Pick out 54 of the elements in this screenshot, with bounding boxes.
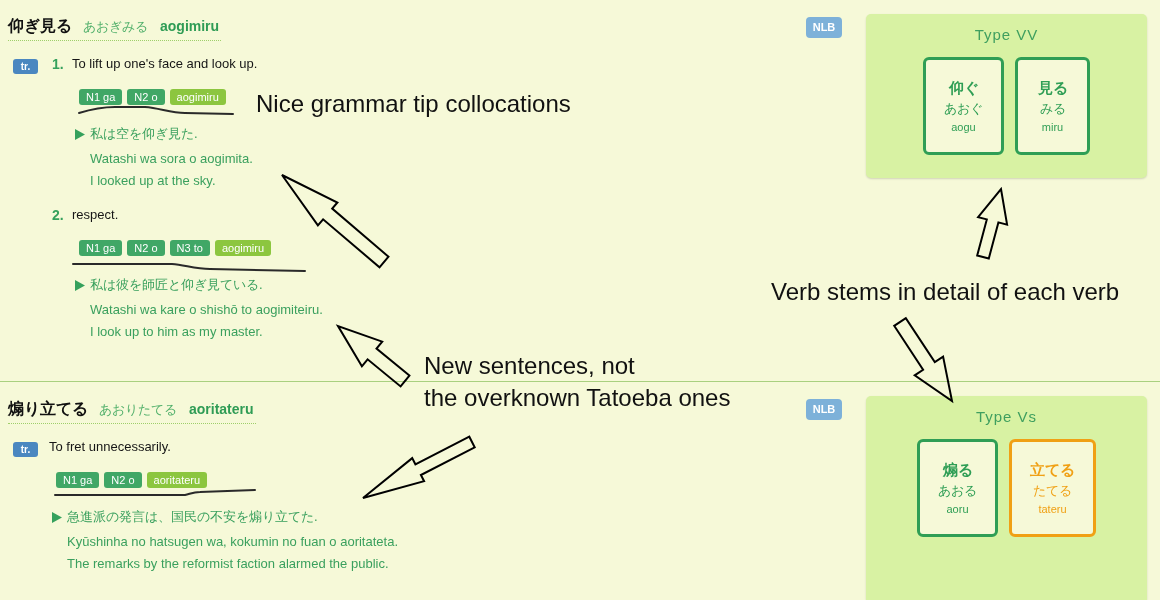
stem-kana: たてる xyxy=(1033,481,1072,500)
annotation-text: New sentences, not the overknown Tatoeba ones xyxy=(424,351,731,413)
collocation-tag: N1 ga xyxy=(79,89,123,105)
stem-kana: みる xyxy=(1039,99,1066,118)
stem-kanji: 立てる xyxy=(1030,459,1075,480)
triangle-bullet-icon xyxy=(75,128,85,140)
collocation-tag: N2 o xyxy=(104,472,142,488)
romaji-reading: aoritateru xyxy=(189,400,254,419)
sense-number: 2. xyxy=(51,206,65,225)
headword: 仰ぎ見る xyxy=(8,16,72,36)
kana-reading: あおぎみる xyxy=(83,18,148,36)
example-translation: I looked up at the sky. xyxy=(89,172,216,190)
collocation-tag: N2 o xyxy=(127,89,165,105)
example-romaji: Watashi wa sora o aogimita. xyxy=(89,150,253,168)
sense-definition: To fret unnecessarily. xyxy=(49,438,171,456)
stem-kanji: 仰ぐ xyxy=(948,77,979,98)
collocation-tag: N2 o xyxy=(127,240,165,256)
example-romaji: Kyūshinha no hatsugen wa, kokumin no fuan o aoritateta. xyxy=(66,533,398,551)
label-badge: NLB xyxy=(806,17,842,38)
triangle-bullet-icon xyxy=(52,511,62,523)
collocation-tag: N3 to xyxy=(169,240,210,256)
pos-badge: tr. xyxy=(13,59,38,74)
headword: 煽り立てる xyxy=(8,399,88,419)
stem-kanji: 見る xyxy=(1037,77,1068,98)
collocation-tag: N1 ga xyxy=(56,472,100,488)
collocation-tag: aoritateru xyxy=(146,472,208,488)
example-romaji: Watashi wa kare o shishō to aogimiteiru. xyxy=(89,301,323,319)
stem-kana: あおぐ xyxy=(944,99,983,118)
triangle-bullet-icon xyxy=(75,279,85,291)
collocation-tag: aogimiru xyxy=(214,240,272,256)
annotation-text: Nice grammar tip collocations xyxy=(256,90,571,118)
stem-romaji: aogu xyxy=(951,119,976,135)
example-sentence: 私は彼を師匠と仰ぎ見ている. xyxy=(90,276,263,294)
stem-kanji: 煽る xyxy=(942,459,973,480)
example-translation: The remarks by the reformist faction alarmed the public. xyxy=(66,555,389,573)
stem-kana: あおる xyxy=(938,481,977,500)
sense-definition: To lift up one's face and look up. xyxy=(72,55,258,73)
annotation-text: Verb stems in detail of each verb xyxy=(771,278,1120,306)
example-sentence: 急進派の発言は、国民の不安を煽り立てた. xyxy=(67,508,318,526)
example-sentence: 私は空を仰ぎ見た. xyxy=(90,125,198,143)
kana-reading: あおりたてる xyxy=(99,401,177,419)
romaji-reading: aogimiru xyxy=(160,17,220,36)
verb-type-title: Type VV xyxy=(974,26,1039,44)
stem-romaji: tateru xyxy=(1038,501,1067,517)
sense-definition: respect. xyxy=(72,206,119,224)
pos-badge: tr. xyxy=(13,442,38,457)
verb-type-title: Type Vs xyxy=(975,408,1038,426)
example-translation: I look up to him as my master. xyxy=(89,323,263,341)
collocation-tag: aogimiru xyxy=(169,89,226,105)
stem-romaji: miru xyxy=(1041,119,1064,135)
label-badge: NLB xyxy=(806,399,842,420)
collocation-tag: N1 ga xyxy=(79,240,123,256)
stem-romaji: aoru xyxy=(946,501,969,517)
sense-number: 1. xyxy=(51,55,65,74)
